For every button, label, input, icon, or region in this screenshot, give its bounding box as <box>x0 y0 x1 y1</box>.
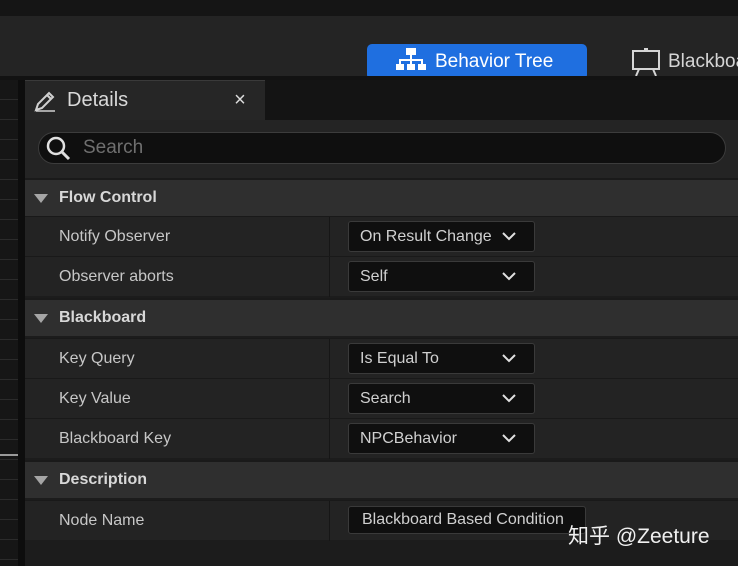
dropdown-value: On Result Change <box>360 227 492 245</box>
property-label: Key Value <box>59 390 131 407</box>
panel-splitter[interactable] <box>18 80 25 566</box>
search-icon <box>45 134 73 162</box>
column-divider[interactable] <box>329 379 330 419</box>
dropdown-value: Is Equal To <box>360 349 439 367</box>
chevron-down-icon <box>502 272 516 282</box>
textbox-value: Blackboard Based Condition <box>362 511 564 528</box>
key-value-dropdown[interactable]: Search <box>348 383 535 414</box>
dropdown-value: NPCBehavior <box>360 429 457 447</box>
section-label: Flow Control <box>59 189 157 206</box>
chevron-down-icon <box>502 434 516 444</box>
section-flow-control[interactable]: Flow Control <box>25 178 738 216</box>
property-label: Observer aborts <box>59 268 174 285</box>
property-label: Key Query <box>59 350 135 367</box>
behavior-tree-mode-label: Behavior Tree <box>435 51 554 72</box>
details-panel: Details × Flow Control Notify Observer O… <box>25 80 738 566</box>
node-name-textbox[interactable]: Blackboard Based Condition <box>348 506 586 534</box>
column-divider[interactable] <box>329 419 330 459</box>
details-pencil-icon <box>33 88 59 114</box>
search-bar-area <box>25 120 738 178</box>
behavior-tree-mode-button[interactable]: Behavior Tree <box>367 44 587 80</box>
details-tab[interactable]: Details × <box>25 80 265 120</box>
close-tab-button[interactable]: × <box>230 88 250 112</box>
search-input[interactable] <box>81 136 685 160</box>
blackboard-mode-button[interactable]: Blackboard <box>630 44 738 80</box>
chevron-down-icon <box>502 394 516 404</box>
chevron-down-icon <box>502 232 516 242</box>
property-label: Node Name <box>59 512 145 529</box>
chevron-down-icon <box>502 354 516 364</box>
dropdown-value: Self <box>360 267 388 285</box>
property-row-notify-observer: Notify Observer On Result Change <box>25 216 738 257</box>
triangle-down-icon <box>34 193 48 203</box>
property-row-key-query: Key Query Is Equal To <box>25 338 738 379</box>
watermark: 知乎 @Zeeture <box>568 525 710 548</box>
section-blackboard[interactable]: Blackboard <box>25 298 738 336</box>
property-row-blackboard-key: Blackboard Key NPCBehavior <box>25 418 738 459</box>
property-row-key-value: Key Value Search <box>25 378 738 419</box>
blackboard-key-dropdown[interactable]: NPCBehavior <box>348 423 535 454</box>
triangle-down-icon <box>34 313 48 323</box>
search-box[interactable] <box>38 132 726 164</box>
details-tab-row: Details × <box>25 80 738 120</box>
graph-editor-edge[interactable] <box>0 80 18 566</box>
graph-wire <box>0 454 18 456</box>
property-label: Notify Observer <box>59 228 171 245</box>
observer-aborts-dropdown[interactable]: Self <box>348 261 535 292</box>
key-query-dropdown[interactable]: Is Equal To <box>348 343 535 374</box>
window-top-strip <box>0 0 738 16</box>
property-row-observer-aborts: Observer aborts Self <box>25 256 738 297</box>
asset-editor-toolbar: Behavior Tree Blackboard <box>0 16 738 80</box>
notify-observer-dropdown[interactable]: On Result Change <box>348 221 535 252</box>
triangle-down-icon <box>34 475 48 485</box>
column-divider[interactable] <box>329 257 330 297</box>
property-label: Blackboard Key <box>59 430 172 447</box>
column-divider[interactable] <box>329 217 330 257</box>
dropdown-value: Search <box>360 389 411 407</box>
details-title: Details <box>67 89 129 111</box>
section-description[interactable]: Description <box>25 460 738 498</box>
behavior-tree-icon <box>395 47 429 77</box>
section-label: Description <box>59 471 148 488</box>
blackboard-mode-label: Blackboard <box>668 51 738 72</box>
column-divider[interactable] <box>329 501 330 541</box>
section-label: Blackboard <box>59 309 147 326</box>
column-divider[interactable] <box>329 339 330 379</box>
blackboard-icon <box>630 47 662 77</box>
